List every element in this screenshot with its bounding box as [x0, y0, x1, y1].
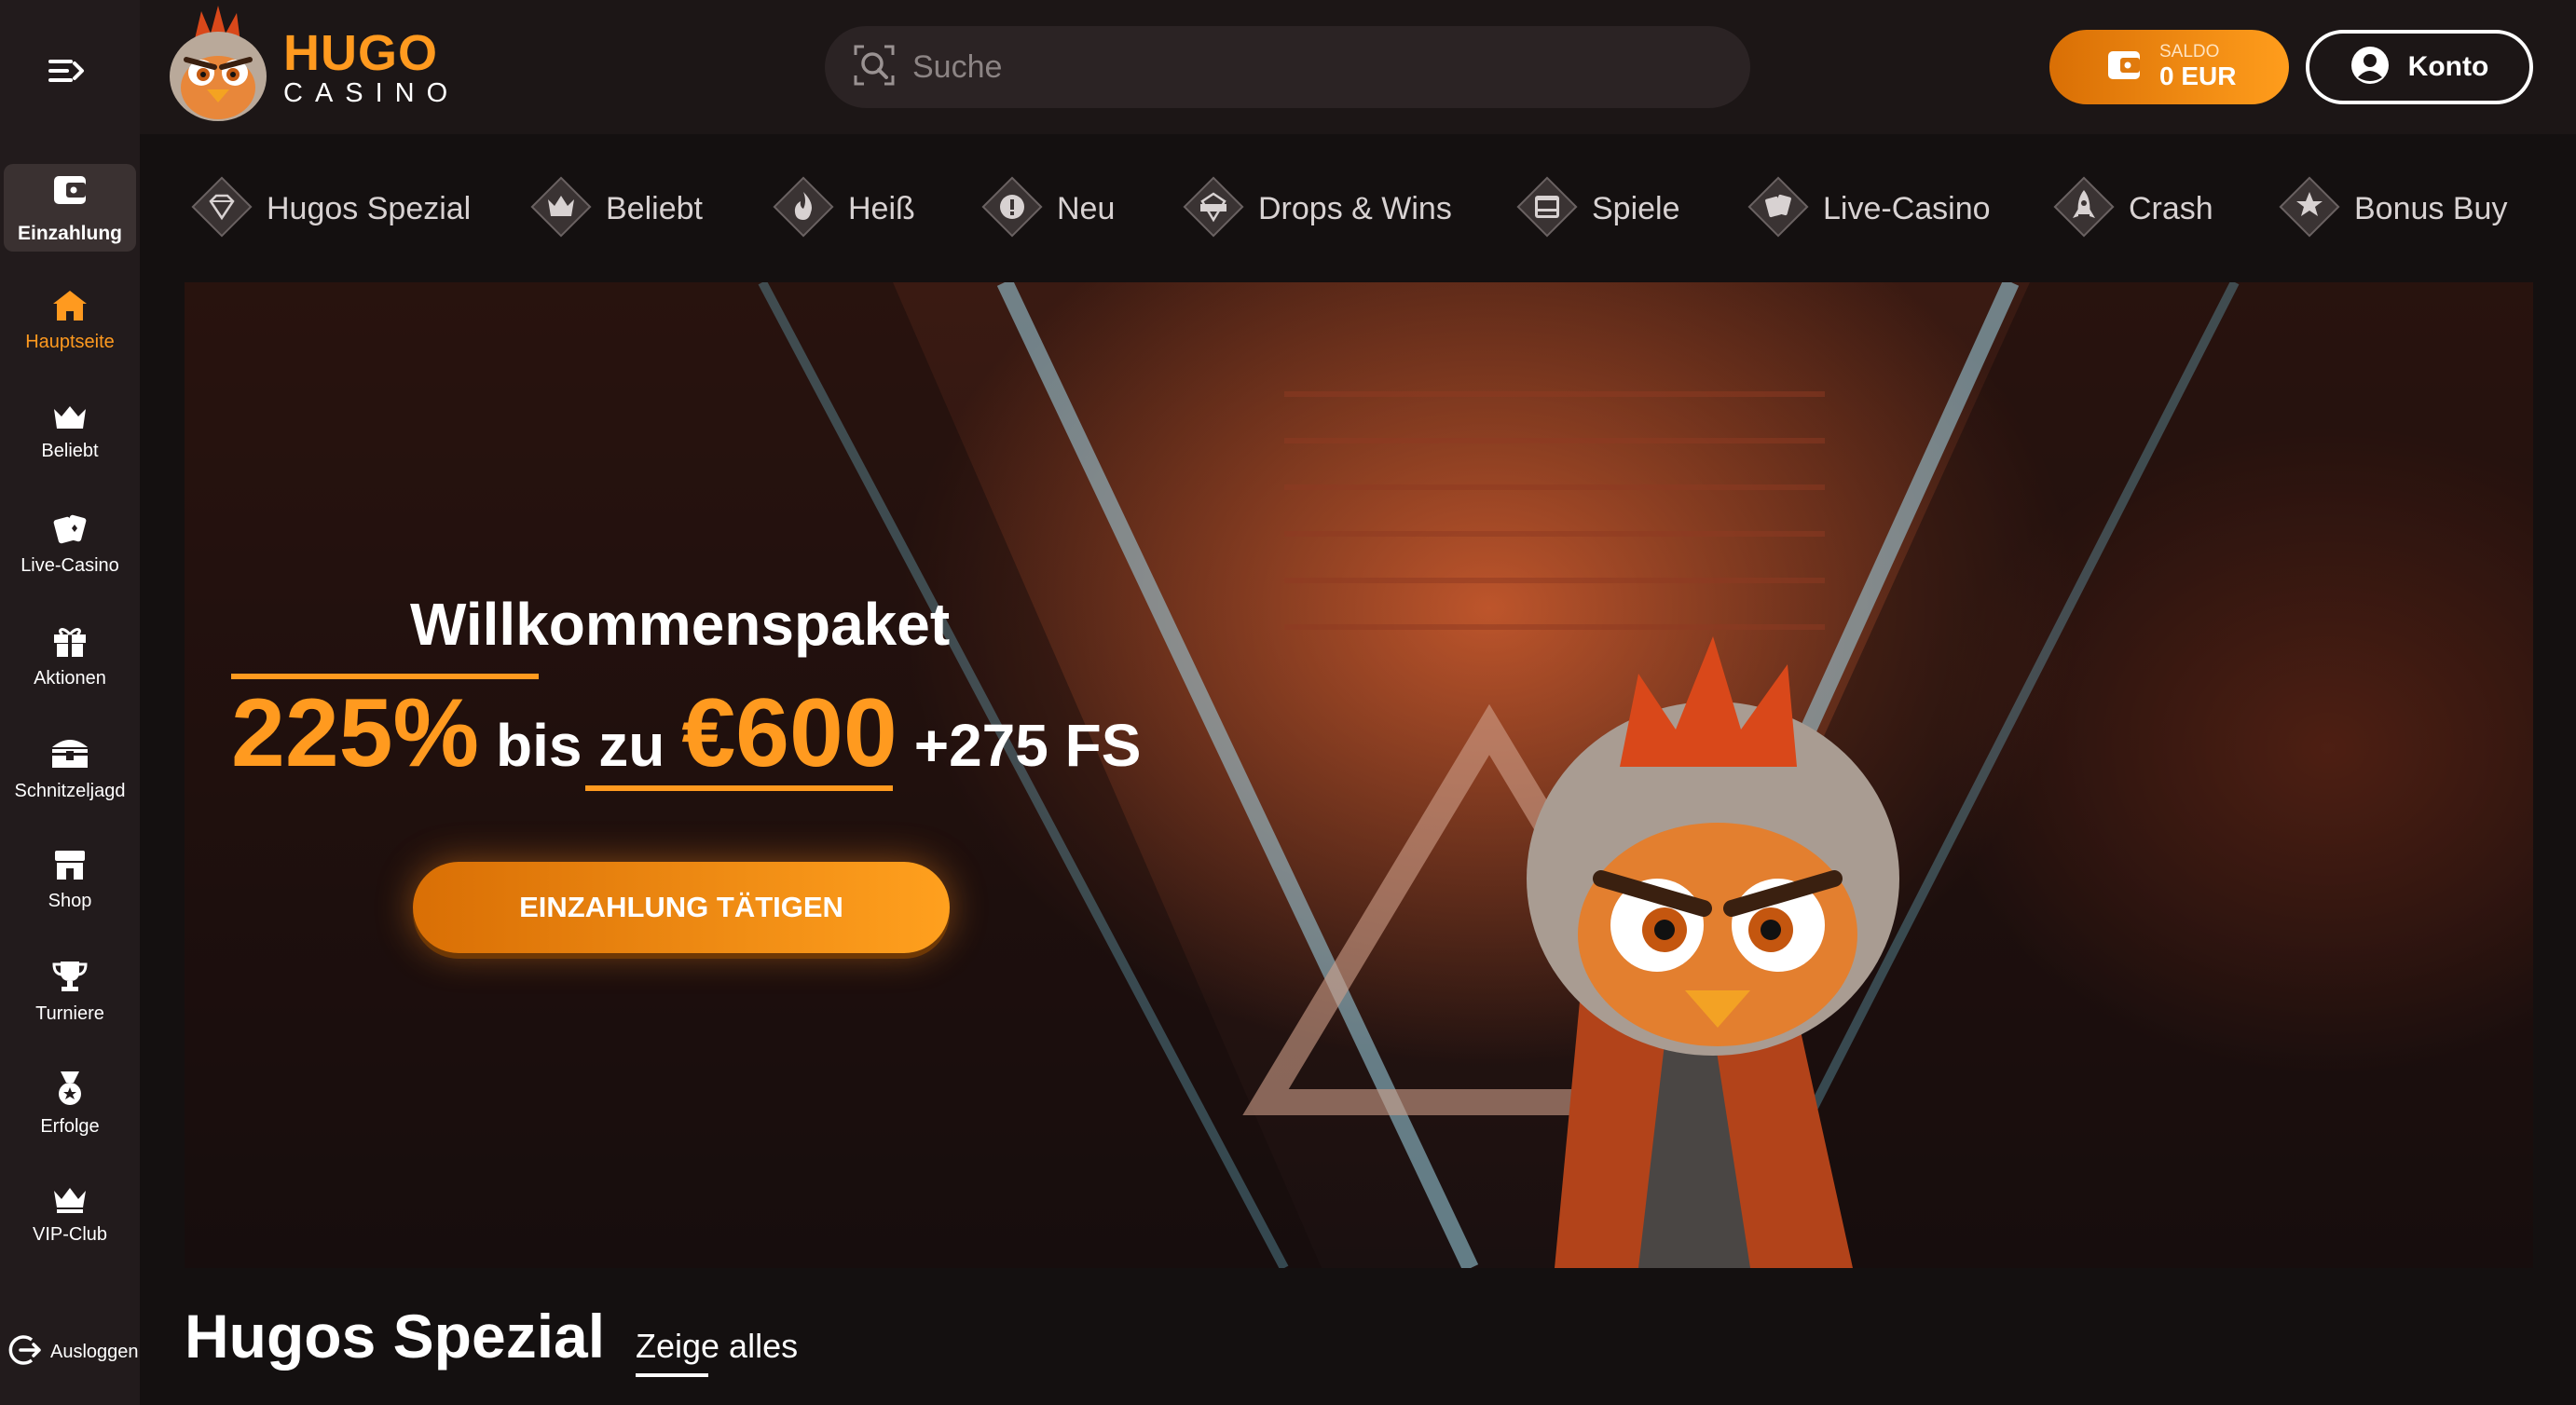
logo-brand-name: HUGO: [283, 24, 438, 81]
crown-icon: [528, 173, 595, 245]
decorative-line: [585, 785, 893, 791]
flame-icon: [770, 173, 837, 245]
free-spins: +275 FS: [913, 712, 1142, 779]
sidebar-item-label: Shop: [48, 890, 92, 911]
balance-label: SALDO: [2159, 42, 2220, 62]
category-spiele[interactable]: Spiele: [1514, 171, 1680, 246]
crown-icon: [51, 403, 89, 431]
sidebar-item-turniere[interactable]: Turniere: [0, 945, 140, 1038]
trophy-icon: [51, 959, 89, 994]
category-label: Beliebt: [606, 190, 703, 226]
category-nav: Hugos Spezial Beliebt Heiß Neu Drops & W…: [140, 134, 2576, 283]
logout-icon: [7, 1332, 43, 1372]
sidebar-item-schnitzeljagd[interactable]: Schnitzeljagd: [0, 721, 140, 814]
category-label: Hugos Spezial: [267, 190, 472, 226]
sidebar-item-vip-club[interactable]: VIP-Club: [0, 1168, 140, 1262]
user-icon: [2350, 46, 2390, 89]
category-crash[interactable]: Crash: [2050, 171, 2213, 246]
cta-label: EINZAHLUNG TÄTIGEN: [519, 891, 843, 923]
sidebar-item-aktionen[interactable]: Aktionen: [0, 609, 140, 702]
shop-icon: [51, 848, 89, 881]
sidebar-item-erfolge[interactable]: Erfolge: [0, 1057, 140, 1150]
gift-icon: [51, 623, 89, 659]
sidebar-item-label: Live-Casino: [21, 554, 119, 576]
search-icon: [853, 44, 896, 91]
category-label: Crash: [2129, 190, 2213, 226]
top-header: HUGO CASINO SALDO 0 EUR Konto: [140, 0, 2576, 134]
sidebar-item-live-casino[interactable]: Live-Casino: [0, 498, 140, 591]
bonus-up-to: bis zu: [496, 712, 665, 779]
slot-machine-icon: [1514, 173, 1581, 245]
category-neu[interactable]: Neu: [979, 171, 1115, 246]
wallet-icon: [2105, 47, 2143, 89]
deposit-label: Einzahlung: [18, 222, 122, 244]
category-drops-wins[interactable]: Drops & Wins: [1180, 171, 1452, 246]
category-beliebt[interactable]: Beliebt: [528, 171, 703, 246]
sidebar-item-label: Schnitzeljagd: [14, 780, 126, 801]
exclamation-icon: [979, 173, 1046, 245]
show-all-underline: [636, 1373, 708, 1377]
category-label: Spiele: [1592, 190, 1680, 226]
vip-crown-icon: [51, 1185, 89, 1215]
deposit-button[interactable]: Einzahlung: [4, 164, 136, 252]
rocket-icon: [2050, 173, 2117, 245]
category-label: Bonus Buy: [2354, 190, 2508, 226]
search-input[interactable]: [912, 48, 1714, 86]
sidebar-item-label: Aktionen: [34, 667, 106, 689]
category-hugos-spezial[interactable]: Hugos Spezial: [188, 171, 471, 246]
sidebar-item-label: Hauptseite: [25, 331, 115, 352]
balance-value: 0 EUR: [2159, 61, 2237, 91]
menu-toggle-icon[interactable]: [45, 52, 86, 89]
logo-brand-subtitle: CASINO: [283, 77, 460, 108]
star-cart-icon: [2276, 173, 2343, 245]
promo-banner[interactable]: Willkommenspaket 225% bis zu €600 +275 F…: [185, 282, 2533, 1268]
account-button[interactable]: Konto: [2306, 30, 2533, 104]
balance-button[interactable]: SALDO 0 EUR: [2049, 30, 2289, 104]
deposit-cta-button[interactable]: EINZAHLUNG TÄTIGEN: [413, 862, 950, 953]
banner-headline: Willkommenspaket: [410, 591, 951, 658]
medal-icon: [53, 1070, 87, 1107]
sidebar-item-label: Turniere: [35, 1003, 104, 1024]
sidebar-item-hauptseite[interactable]: Hauptseite: [0, 274, 140, 367]
category-live-casino[interactable]: Live-Casino: [1745, 171, 1991, 246]
logo[interactable]: HUGO CASINO: [157, 5, 447, 130]
category-label: Neu: [1057, 190, 1116, 226]
treasure-chest-icon: [48, 734, 91, 771]
cards-icon: [1745, 173, 1812, 245]
banner-offer: 225% bis zu €600 +275 FS: [231, 678, 1141, 789]
sidebar-item-label: VIP-Club: [32, 1223, 108, 1245]
sidebar: Einzahlung Hauptseite Beliebt Live-Casin…: [0, 0, 140, 1405]
sidebar-item-label: Beliebt: [41, 440, 99, 461]
hugo-mascot-icon: [157, 5, 280, 130]
category-label: Drops & Wins: [1258, 190, 1452, 226]
sidebar-item-label: Erfolge: [40, 1115, 100, 1137]
logout-button[interactable]: Ausloggen: [7, 1332, 139, 1372]
logout-label: Ausloggen: [50, 1342, 139, 1362]
wallet-icon: [51, 171, 89, 213]
section-title: Hugos Spezial: [185, 1302, 606, 1371]
account-label: Konto: [2407, 51, 2489, 82]
home-icon: [51, 289, 89, 322]
cards-icon: [50, 512, 89, 546]
bonus-percent: 225%: [231, 679, 479, 787]
drops-wins-icon: [1180, 173, 1247, 245]
search-bar[interactable]: [825, 26, 1750, 108]
category-label: Live-Casino: [1823, 190, 1991, 226]
bonus-amount: €600: [681, 679, 897, 787]
category-label: Heiß: [848, 190, 915, 226]
sidebar-item-shop[interactable]: Shop: [0, 833, 140, 926]
sidebar-item-beliebt[interactable]: Beliebt: [0, 386, 140, 479]
category-bonus-buy[interactable]: Bonus Buy: [2276, 171, 2507, 246]
diamond-icon: [188, 173, 255, 245]
show-all-link[interactable]: Zeige alles: [636, 1327, 798, 1366]
category-heiss[interactable]: Heiß: [770, 171, 915, 246]
